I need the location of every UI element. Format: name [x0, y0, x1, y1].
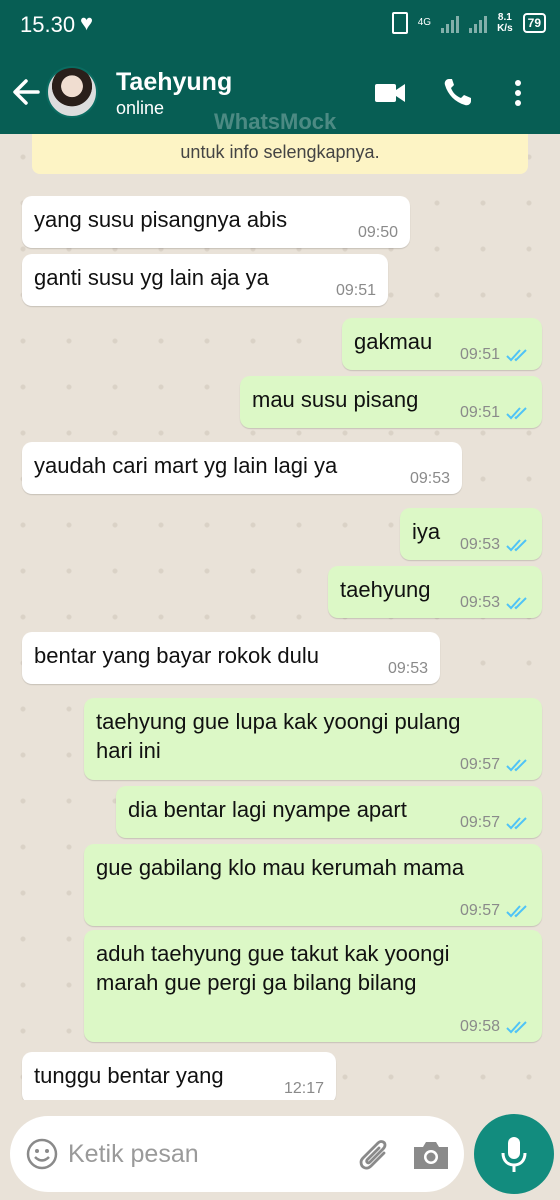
message-bubble-incoming[interactable]: yaudah cari mart yg lain lagi ya 09:53: [22, 442, 462, 494]
network-speed: 8.1 K/s: [497, 12, 513, 34]
battery-level: 79: [527, 16, 541, 30]
message-bubble-outgoing[interactable]: mau susu pisang 09:51: [240, 376, 542, 428]
message-text: dia bentar lagi nyampe apart: [128, 797, 407, 822]
emoji-icon[interactable]: [26, 1138, 58, 1170]
message-line: marah gue pergi ga bilang bilang: [96, 970, 417, 995]
message-text: aduh taehyung gue takut kak yoongi marah…: [96, 939, 450, 997]
message-line: taehyung gue lupa kak yoongi pulang: [96, 709, 461, 734]
mic-icon: [501, 1137, 527, 1172]
mic-button[interactable]: [474, 1114, 554, 1194]
message-text: mau susu pisang: [252, 387, 419, 412]
read-ticks-icon: [506, 597, 527, 610]
message-time: 09:58: [459, 1018, 500, 1035]
message-bubble-outgoing[interactable]: aduh taehyung gue takut kak yoongi marah…: [84, 930, 542, 1042]
message-bubble-incoming[interactable]: bentar yang bayar rokok dulu 09:53: [22, 632, 440, 684]
arrow-left-icon[interactable]: [10, 72, 42, 112]
read-ticks-icon: [506, 349, 527, 362]
message-text: iya: [412, 519, 441, 544]
message-time: 12:17: [283, 1080, 324, 1097]
message-bubble-outgoing[interactable]: gakmau 09:51: [342, 318, 542, 370]
camera-icon[interactable]: [410, 1138, 452, 1172]
watermark: WhatsMock: [214, 109, 337, 134]
message-input[interactable]: Ketik pesan: [68, 1140, 199, 1169]
message-bubble-incoming[interactable]: yang susu pisangnya abis 09:50: [22, 196, 410, 248]
message-text: tunggu bentar yang: [34, 1063, 224, 1088]
battery-icon: 79: [522, 13, 546, 33]
message-bubble-outgoing[interactable]: dia bentar lagi nyampe apart 09:57: [116, 786, 542, 838]
message-time: 09:51: [459, 404, 500, 421]
read-ticks-icon: [506, 817, 527, 830]
contact-name[interactable]: Taehyung: [116, 68, 232, 97]
message-line: aduh taehyung gue takut kak yoongi: [96, 941, 450, 966]
more-vert-icon[interactable]: [508, 76, 528, 110]
network-type: 4G: [417, 17, 432, 28]
message-time: 09:53: [387, 660, 428, 677]
message-text: taehyung gue lupa kak yoongi pulang hari…: [96, 707, 461, 765]
message-bubble-outgoing[interactable]: gue gabilang klo mau kerumah mama 09:57: [84, 844, 542, 926]
message-bubble-incoming[interactable]: ganti susu yg lain aja ya 09:51: [22, 254, 388, 306]
paperclip-icon[interactable]: [354, 1134, 394, 1174]
video-call-icon[interactable]: [372, 76, 408, 110]
message-text: yang susu pisangnya abis: [34, 207, 288, 232]
signal-icon: [441, 13, 460, 33]
message-text: ganti susu yg lain aja ya: [34, 265, 269, 290]
chat-area[interactable]: untuk info selengkapnya. yang susu pisan…: [0, 134, 560, 1100]
message-text: yaudah cari mart yg lain lagi ya: [34, 453, 338, 478]
message-time: 09:53: [459, 536, 500, 553]
read-ticks-icon: [506, 407, 527, 420]
message-time: 09:50: [357, 224, 398, 241]
message-time: 09:51: [335, 282, 376, 299]
heart-icon: ♥: [80, 10, 94, 35]
message-time: 09:53: [459, 594, 500, 611]
message-time: 09:57: [459, 902, 500, 919]
message-bubble-outgoing[interactable]: taehyung gue lupa kak yoongi pulang hari…: [84, 698, 542, 780]
read-ticks-icon: [506, 539, 527, 552]
read-ticks-icon: [506, 1021, 527, 1034]
network-speed-unit: K/s: [497, 23, 513, 34]
network-speed-value: 8.1: [497, 12, 512, 23]
status-time: 15.30: [20, 12, 76, 37]
phone-icon[interactable]: [440, 76, 476, 110]
read-ticks-icon: [506, 905, 527, 918]
message-time: 09:57: [459, 756, 500, 773]
status-bar: 15.30 ♥ 4G 8.1 K/s 79: [0, 0, 560, 50]
message-time: 09:57: [459, 814, 500, 831]
vibrate-icon: [391, 12, 408, 34]
read-ticks-icon: [506, 759, 527, 772]
message-bubble-incoming[interactable]: tunggu bentar yang 12:17: [22, 1052, 336, 1100]
message-text: gue gabilang klo mau kerumah mama: [96, 855, 465, 880]
signal-icon-2: [469, 13, 488, 33]
contact-status: online: [116, 98, 165, 118]
message-line: hari ini: [96, 738, 161, 763]
message-text: taehyung: [340, 577, 431, 602]
message-time: 09:51: [459, 346, 500, 363]
message-input-bar[interactable]: Ketik pesan: [10, 1116, 464, 1192]
message-bubble-outgoing[interactable]: iya 09:53: [400, 508, 542, 560]
encryption-notice[interactable]: untuk info selengkapnya.: [32, 134, 528, 174]
avatar[interactable]: [46, 66, 98, 118]
message-bubble-outgoing[interactable]: taehyung 09:53: [328, 566, 542, 618]
message-text: bentar yang bayar rokok dulu: [34, 643, 319, 668]
message-time: 09:53: [409, 470, 450, 487]
message-text: gakmau: [354, 329, 433, 354]
